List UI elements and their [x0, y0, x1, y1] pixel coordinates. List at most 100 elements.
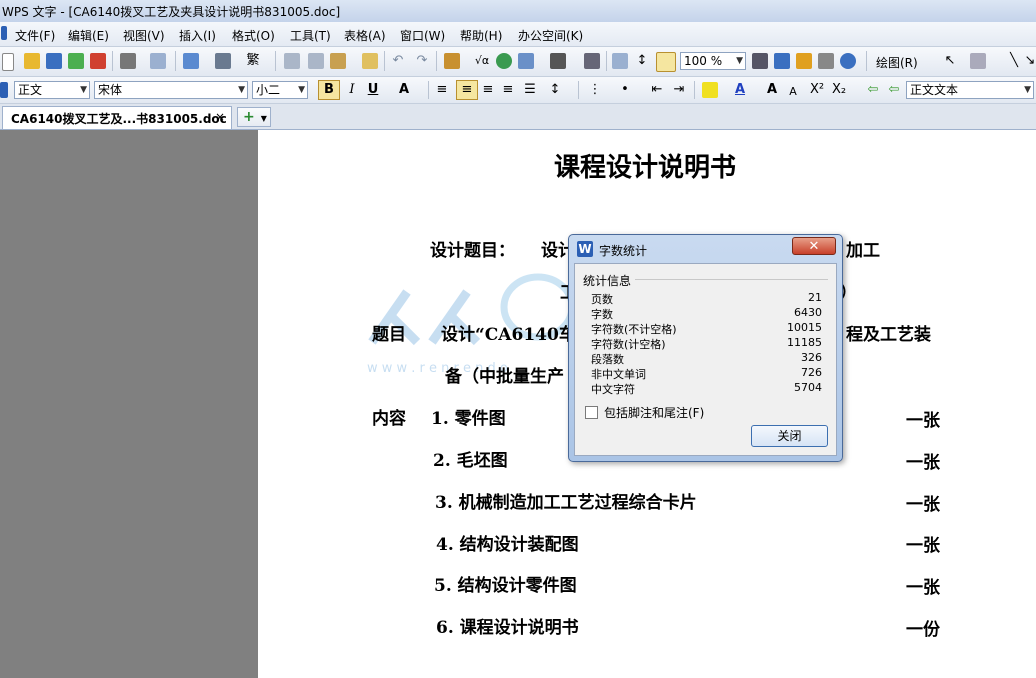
tab-document[interactable]: CA6140拨叉工艺及...书831005.doc ×	[2, 106, 232, 129]
superscript-icon[interactable]: X²	[808, 81, 826, 99]
toolbar-separator	[606, 51, 607, 71]
templates-icon[interactable]	[796, 53, 812, 69]
word-count-dialog: W 字数统计 ✕ 统计信息 页数 21 字数 6430 字符数(不计空格) 10…	[568, 234, 843, 462]
menu-tools[interactable]: 工具(T)	[290, 27, 331, 44]
menu-view[interactable]: 视图(V)	[123, 27, 165, 44]
underline-button[interactable]: U	[364, 81, 382, 99]
menu-file[interactable]: 文件(F)	[15, 27, 55, 44]
column-bars-icon[interactable]	[584, 53, 600, 69]
show-marks-icon[interactable]: ↕	[634, 52, 650, 70]
doc-map-icon[interactable]	[612, 53, 628, 69]
print-preview-icon[interactable]	[150, 53, 166, 69]
formula-icon[interactable]: √α	[472, 52, 492, 70]
new-tab-button[interactable]: + ▼	[237, 107, 271, 127]
prev-arrow-icon[interactable]: ⇦	[864, 81, 882, 99]
chevron-down-icon: ▼	[238, 85, 245, 95]
dialog-close-button[interactable]: ✕	[792, 237, 836, 255]
close-icon: ✕	[808, 239, 820, 254]
menu-edit[interactable]: 编辑(E)	[68, 27, 109, 44]
align-center-icon[interactable]: ≡	[456, 80, 478, 100]
stat-value: 21	[808, 291, 822, 304]
format-painter-icon[interactable]	[362, 53, 378, 69]
align-right-icon[interactable]: ≡	[480, 81, 496, 99]
font-size-combo[interactable]: 小二 ▼	[252, 81, 308, 99]
insert-table-icon[interactable]	[444, 53, 460, 69]
numbering-icon[interactable]: ⋮	[586, 81, 604, 99]
grow-font-icon[interactable]: A	[764, 81, 780, 99]
paragraph-style-combo[interactable]: 正文文本 ▼	[906, 81, 1034, 99]
help-icon[interactable]	[840, 53, 856, 69]
draw-menu[interactable]: 绘图(R)	[876, 54, 918, 71]
select-arrow-icon[interactable]: ↖	[942, 52, 958, 70]
save-icon[interactable]	[46, 53, 62, 69]
shirt-skin-icon[interactable]	[818, 53, 834, 69]
menu-insert[interactable]: 插入(I)	[179, 27, 216, 44]
print-icon[interactable]	[120, 53, 136, 69]
chevron-down-icon: ▼	[80, 85, 87, 95]
redo-icon[interactable]: ↷	[414, 52, 430, 70]
hyperlink-icon[interactable]	[496, 53, 512, 69]
replace-icon[interactable]	[774, 53, 790, 69]
stat-row: 字符数(不计空格) 10015	[591, 321, 822, 336]
open-folder-icon[interactable]	[24, 53, 40, 69]
autoshapes-icon[interactable]	[970, 53, 986, 69]
cut-icon[interactable]	[308, 53, 324, 69]
style-value: 正文	[18, 83, 43, 97]
bullets-icon[interactable]: •	[616, 81, 634, 99]
include-footnotes-checkbox[interactable]: 包括脚注和尾注(F)	[585, 404, 704, 421]
stat-row: 非中文单词 726	[591, 366, 822, 381]
dialog-body: 统计信息 页数 21 字数 6430 字符数(不计空格) 10015 字符数(计…	[574, 263, 837, 456]
increase-indent-icon[interactable]: ⇥	[670, 81, 688, 99]
arrow-line-icon[interactable]: ↘	[1024, 52, 1036, 70]
bold-button[interactable]: B	[318, 80, 340, 100]
italic-button[interactable]: I	[344, 81, 360, 99]
stat-label: 中文字符	[591, 383, 635, 396]
content-item: 6. 课程设计说明书	[436, 618, 579, 638]
subscript-icon[interactable]: X₂	[830, 81, 848, 99]
style-combo[interactable]: 正文 ▼	[14, 81, 90, 99]
decrease-indent-icon[interactable]: ⇤	[648, 81, 666, 99]
chevron-down-icon: ▼	[298, 85, 305, 95]
table-grid-icon[interactable]	[518, 53, 534, 69]
close-tab-icon[interactable]: ×	[215, 110, 225, 124]
style-pane-icon[interactable]	[0, 82, 8, 98]
design-topic-tail: 加工	[846, 241, 880, 261]
line-icon[interactable]: ╲	[1006, 52, 1022, 70]
close-button[interactable]: 关闭	[751, 425, 828, 447]
fullscreen-icon[interactable]	[656, 52, 676, 72]
line-spacing-icon[interactable]: ↕	[546, 81, 564, 99]
zoom-combo[interactable]: 100 % ▼	[680, 52, 746, 70]
undo-icon[interactable]: ↶	[390, 52, 406, 70]
new-doc-icon[interactable]	[2, 53, 14, 71]
chevron-down-icon: ▼	[260, 114, 267, 123]
font-combo[interactable]: 宋体 ▼	[94, 81, 248, 99]
next-arrow-icon[interactable]: ⇦	[886, 81, 902, 99]
menu-format[interactable]: 格式(O)	[232, 27, 275, 44]
save-as-icon[interactable]	[68, 53, 84, 69]
copy-icon[interactable]	[284, 53, 300, 69]
chevron-down-icon: ▼	[736, 56, 743, 66]
highlight-icon[interactable]	[702, 82, 718, 98]
char-shading-icon[interactable]: A	[396, 81, 412, 99]
menu-window[interactable]: 窗口(W)	[400, 27, 445, 44]
menu-help[interactable]: 帮助(H)	[460, 27, 502, 44]
stat-label: 非中文单词	[591, 368, 646, 381]
insert-object-icon[interactable]	[183, 53, 199, 69]
checkbox-box[interactable]	[585, 406, 598, 419]
shrink-font-icon[interactable]: A	[786, 83, 800, 101]
find-icon[interactable]	[752, 53, 768, 69]
align-left-icon[interactable]: ≡	[434, 81, 450, 99]
justify-icon[interactable]: ≡	[500, 81, 516, 99]
content-item: 2. 毛坯图	[433, 451, 508, 471]
font-color-icon[interactable]: A	[732, 81, 748, 99]
menu-office-space[interactable]: 办公空间(K)	[518, 27, 583, 44]
document-tab-bar: CA6140拨叉工艺及...书831005.doc × + ▼	[0, 104, 1036, 130]
pdf-export-icon[interactable]	[90, 53, 106, 69]
distribute-icon[interactable]: ☰	[522, 81, 538, 99]
page-break-icon[interactable]	[215, 53, 231, 69]
menu-table[interactable]: 表格(A)	[344, 27, 386, 44]
paste-icon[interactable]	[330, 53, 346, 69]
traditional-chinese-icon[interactable]: 繁	[244, 52, 262, 70]
columns-icon[interactable]	[550, 53, 566, 69]
menu-app-icon[interactable]	[1, 26, 7, 40]
